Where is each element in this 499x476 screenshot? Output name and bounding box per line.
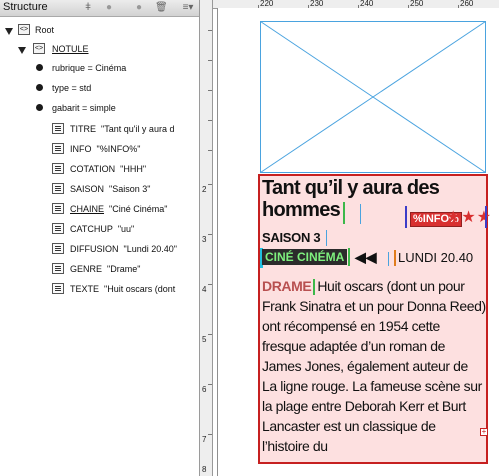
panel-title: Structure — [3, 1, 48, 13]
attribute-item[interactable]: rubrique = Cinéma — [52, 63, 126, 73]
ruler-tick — [208, 334, 212, 335]
ruler-label: 2 — [202, 185, 207, 194]
tag-icon: <> — [33, 43, 45, 54]
margin-guide — [217, 8, 218, 476]
ruler-label: 230 — [310, 0, 324, 8]
tag-marker-blue — [360, 204, 361, 224]
attribute-item[interactable]: type = std — [52, 83, 91, 93]
tree-element-saison[interactable]: SAISON "Saison 3" — [70, 184, 150, 194]
ruler-tick — [208, 30, 212, 31]
ruler-label: 250 — [410, 0, 424, 8]
image-placeholder-frame[interactable] — [260, 21, 486, 173]
expand-triangle-icon[interactable] — [18, 47, 26, 54]
texte-body[interactable]: DRAME Huit oscars (dont un pour Frank Sin… — [262, 276, 486, 456]
ruler-tick — [208, 284, 212, 285]
panel-header: Structure ǂ ● ● 🗑 ≡▾ — [0, 0, 199, 17]
expand-triangle-icon[interactable] — [5, 28, 13, 35]
ruler-label: 5 — [202, 335, 207, 344]
record-icon[interactable]: ● — [103, 2, 115, 13]
tree-element-diffusion[interactable]: DIFFUSION "Lundi 20.40" — [70, 244, 177, 254]
tree-element-texte[interactable]: TEXTE "Huit oscars (dont — [70, 284, 175, 294]
attribute-item[interactable]: gabarit = simple — [52, 103, 116, 113]
ruler-label: 240 — [360, 0, 374, 8]
ruler-tick — [208, 234, 212, 235]
text-frame[interactable]: Tant qu’il y aura des hommes %INFO% ★★★ … — [258, 174, 491, 464]
saison-text[interactable]: SAISON 3 — [262, 231, 321, 245]
catchup-icon[interactable]: ◀◀ — [355, 249, 377, 265]
tag-icon: <> — [18, 24, 30, 35]
attribute-bullet-icon — [36, 84, 43, 91]
text-element-icon — [52, 283, 64, 294]
tree-element-genre[interactable]: GENRE "Drame" — [70, 264, 140, 274]
ruler-label: 8 — [202, 465, 207, 474]
overset-text-icon[interactable]: + — [480, 428, 488, 436]
tag-marker-green — [348, 248, 350, 266]
tag-marker-blue — [388, 252, 389, 266]
add-attribute-tool-icon[interactable]: ǂ — [82, 2, 94, 13]
layout-canvas[interactable]: 220 230 240 250 260 270 2 3 4 5 6 7 8 — [200, 0, 499, 476]
ruler-tick — [208, 184, 212, 185]
ruler-tick — [208, 60, 212, 61]
tag-marker-green — [313, 279, 316, 296]
tag-marker-indigo — [405, 206, 407, 228]
structure-panel: Structure ǂ ● ● 🗑 ≡▾ <> Root <> NOTULE r… — [0, 0, 200, 476]
text-element-icon — [52, 263, 64, 274]
genre-label[interactable]: DRAME — [262, 278, 312, 294]
ruler-label: 260 — [460, 0, 474, 8]
text-element-icon — [52, 243, 64, 254]
ruler-label: 4 — [202, 285, 207, 294]
chaine-label[interactable]: CINÉ CINÉMA — [262, 249, 348, 265]
text-element-icon — [52, 163, 64, 174]
text-element-icon — [52, 143, 64, 154]
tree-element-titre[interactable]: TITRE "Tant qu'il y aura d — [70, 124, 174, 134]
texte-content[interactable]: Huit oscars (dont un pour Frank Sinatra … — [262, 278, 486, 454]
ruler-label: 220 — [260, 0, 274, 8]
tree-notule-label[interactable]: NOTULE — [52, 44, 89, 54]
tree-element-chaine[interactable]: CHAINE "Ciné Cinéma" — [70, 204, 167, 214]
text-element-icon — [52, 183, 64, 194]
ruler-tick — [208, 120, 212, 121]
ruler-tick — [208, 150, 212, 151]
tag-marker-blue — [326, 230, 327, 246]
panel-menu-icon[interactable]: ≡▾ — [180, 2, 196, 13]
tree-element-catchup[interactable]: CATCHUP "uu" — [70, 224, 134, 234]
vertical-ruler[interactable]: 2 3 4 5 6 7 8 — [200, 0, 213, 476]
tree-element-cotation[interactable]: COTATION "HHH" — [70, 164, 146, 174]
ruler-label: 6 — [202, 385, 207, 394]
ruler-tick — [208, 434, 212, 435]
tag-marker-green — [343, 202, 345, 224]
tree-root-label[interactable]: Root — [35, 25, 54, 35]
ruler-tick — [208, 384, 212, 385]
text-element-icon — [52, 203, 64, 214]
tree-element-info[interactable]: INFO "%INFO%" — [70, 144, 140, 154]
record-secondary-icon[interactable]: ● — [133, 2, 145, 13]
tag-marker-indigo — [485, 206, 487, 228]
text-element-icon — [52, 223, 64, 234]
ruler-label: 3 — [202, 235, 207, 244]
trash-icon[interactable]: 🗑 — [155, 2, 168, 13]
text-element-icon — [52, 123, 64, 134]
diffusion-text[interactable]: LUNDI 20.40 — [394, 250, 473, 266]
ruler-tick — [208, 90, 212, 91]
ruler-label: 7 — [202, 435, 207, 444]
attribute-bullet-icon — [36, 104, 43, 111]
attribute-bullet-icon — [36, 64, 43, 71]
